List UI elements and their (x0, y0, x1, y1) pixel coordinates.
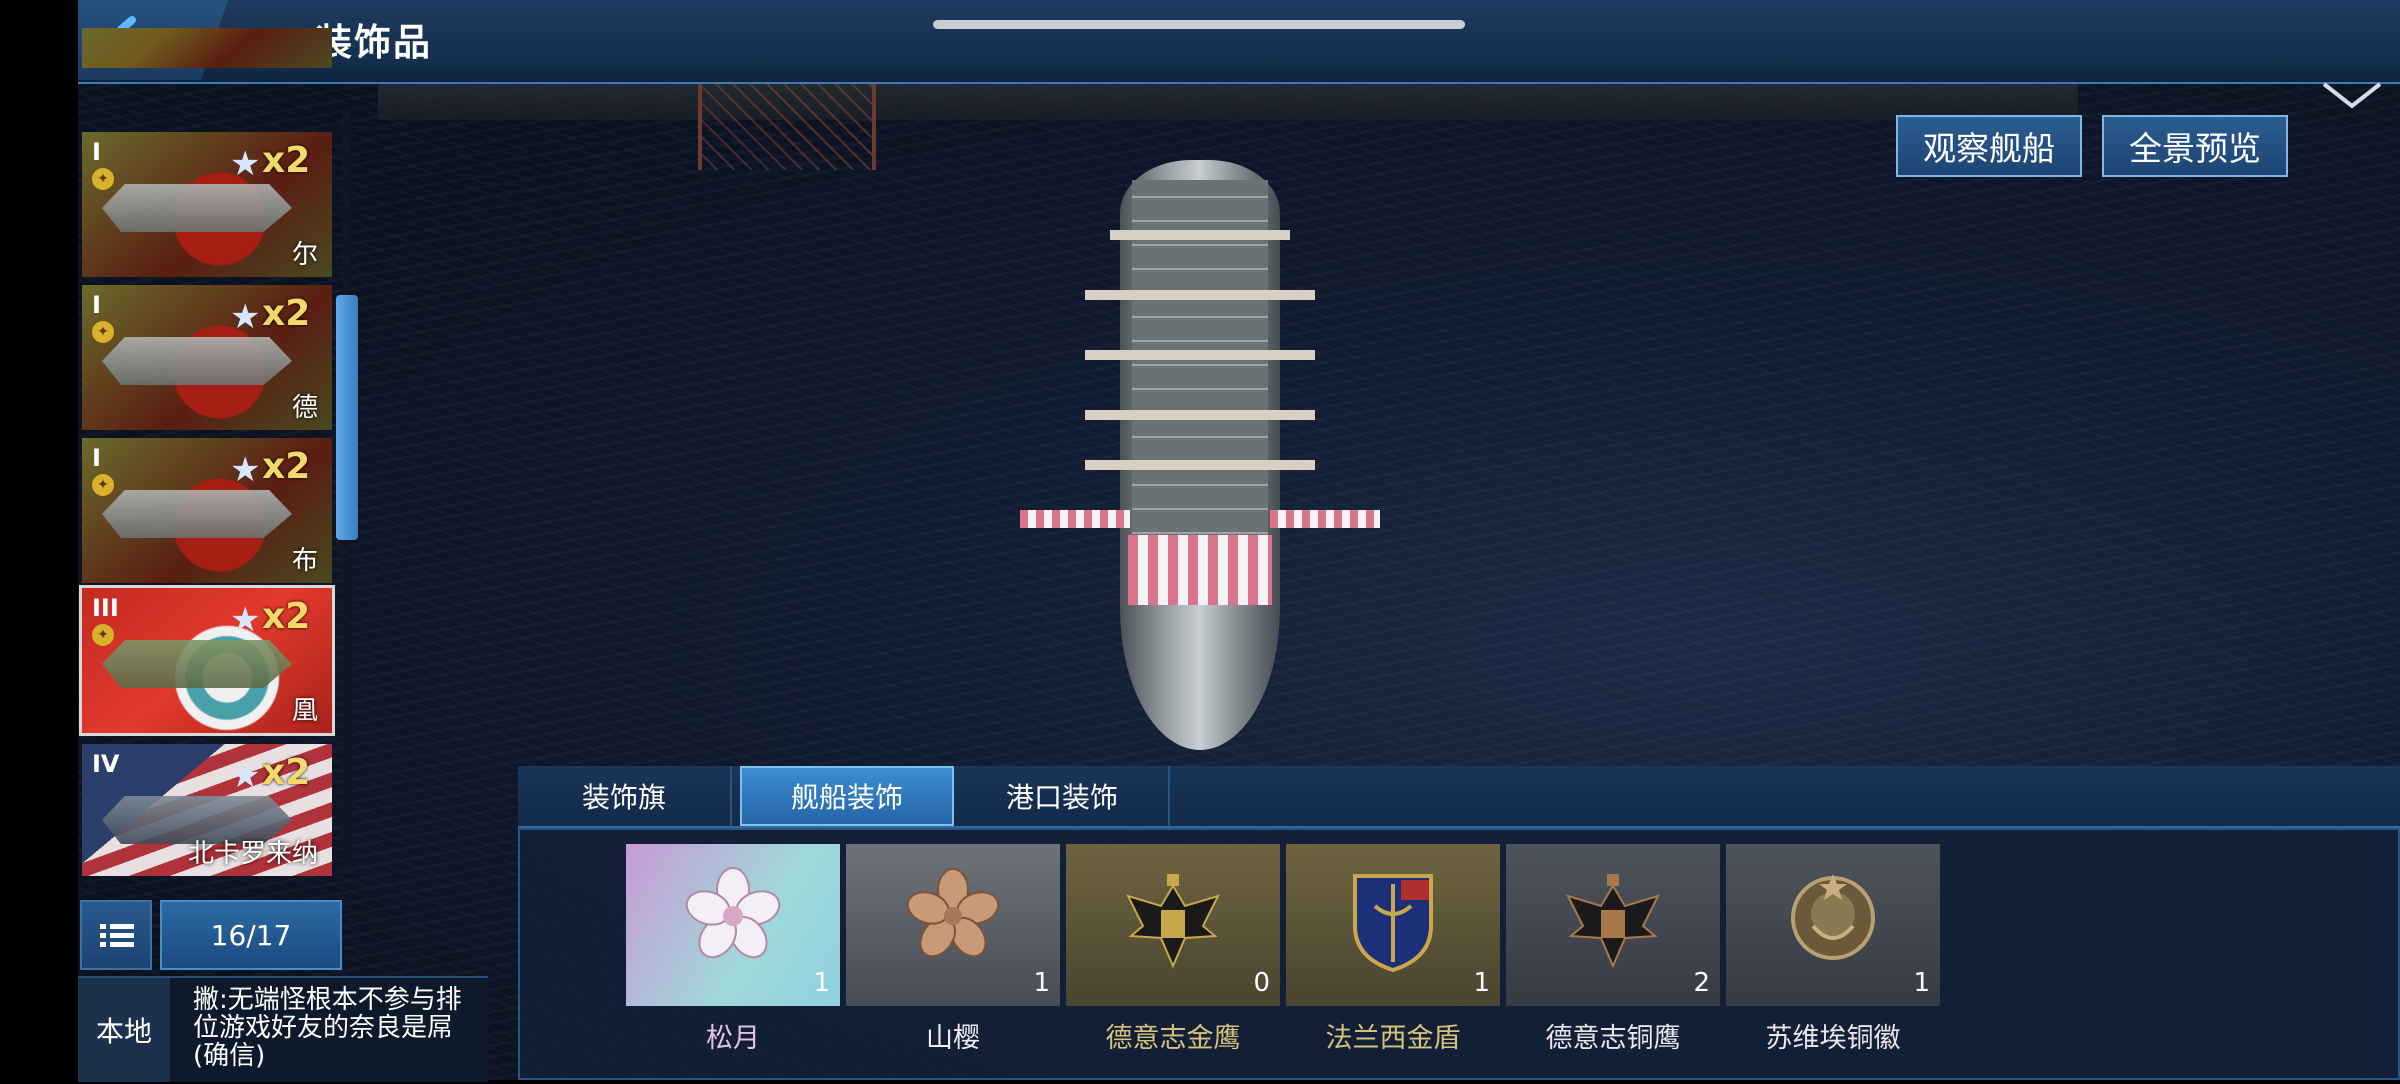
decoration-item[interactable]: 1 苏维埃铜徽 (1726, 844, 1940, 1084)
decoration-item[interactable]: 0 德意志金鹰 (1066, 844, 1280, 1084)
ship-list: I ✦ ★ x2 尔 I ✦ ★ x2 德 I ✦ ★ x2 布 III ✦ ★… (78, 28, 348, 882)
rank-badge-icon: ✦ (92, 168, 114, 190)
tier-label: I (92, 291, 101, 319)
german-eagle-bronze-icon (1566, 874, 1660, 969)
observe-ship-button[interactable]: 观察舰船 (1896, 115, 2082, 177)
multiplier-label: x2 (262, 752, 311, 793)
chat-channel-tab[interactable]: 本地 (78, 978, 170, 1082)
decoration-name: 苏维埃铜徽 (1765, 1023, 1901, 1054)
ship-card[interactable]: I ✦ ★ x2 尔 (82, 132, 332, 277)
german-eagle-icon (1126, 874, 1220, 969)
decoration-name: 山樱 (926, 1023, 980, 1054)
star-icon: ★ (230, 600, 261, 640)
multiplier-label: x2 (262, 596, 311, 637)
decoration-qty: 1 (813, 968, 830, 998)
multiplier-label: x2 (262, 140, 311, 181)
ship-count-button[interactable]: 16/17 (160, 900, 342, 970)
decoration-panel: 装饰旗 舰船装饰 港口装饰 1 松月 1 山樱 0 德意志金鹰 1 法兰西金盾 … (518, 766, 2400, 1080)
ship-name: 凰 (291, 696, 318, 726)
decoration-qty: 1 (1473, 968, 1490, 998)
ship-list-scroll-thumb[interactable] (336, 295, 358, 540)
tab-port-decorations[interactable]: 港口装饰 (956, 766, 1170, 826)
multiplier-label: x2 (262, 446, 311, 487)
rank-badge-icon: ✦ (92, 321, 114, 343)
cherry-blossom-bronze-icon (906, 868, 1000, 958)
ship-name: 尔 (291, 240, 318, 270)
decoration-name: 松月 (706, 1023, 760, 1054)
decoration-item[interactable]: 2 德意志铜鹰 (1506, 844, 1720, 1084)
decoration-name: 德意志铜鹰 (1545, 1023, 1681, 1054)
panorama-preview-button[interactable]: 全景预览 (2102, 115, 2288, 177)
decoration-item[interactable]: 1 法兰西金盾 (1286, 844, 1500, 1084)
multiplier-label: x2 (262, 293, 311, 334)
soviet-emblem-icon (1791, 874, 1875, 960)
ship-name: 北卡罗来纳 (187, 839, 318, 869)
ship-name: 德 (291, 393, 318, 423)
tier-label: I (92, 138, 101, 166)
star-icon: ★ (230, 297, 261, 337)
decoration-grid: 1 松月 1 山樱 0 德意志金鹰 1 法兰西金盾 2 德意志铜鹰 1 苏维埃铜… (518, 828, 2400, 1080)
drag-handle[interactable] (933, 20, 1465, 29)
chevron-down-icon[interactable] (2322, 80, 2382, 110)
decoration-qty: 0 (1253, 968, 1270, 998)
tier-label: III (92, 594, 119, 622)
decoration-tabs: 装饰旗 舰船装饰 港口装饰 (518, 766, 2400, 828)
decoration-name: 法兰西金盾 (1325, 1023, 1461, 1054)
chat-box[interactable]: 本地 撇:无端怪根本不参与排位游戏好友的奈良是屌(确信) (78, 976, 488, 1082)
tab-flags[interactable]: 装饰旗 (518, 766, 732, 826)
list-view-button[interactable] (80, 900, 152, 970)
ship-card-selected[interactable]: III ✦ ★ x2 凰 (79, 585, 335, 736)
tier-label: I (92, 444, 101, 472)
decoration-name: 德意志金鹰 (1105, 1023, 1241, 1054)
aircraft-carrier-model (1020, 160, 1380, 760)
rank-badge-icon: ✦ (92, 474, 114, 496)
decoration-qty: 1 (1033, 968, 1050, 998)
star-icon: ★ (230, 144, 261, 184)
star-icon: ★ (230, 756, 261, 796)
star-icon: ★ (230, 450, 261, 490)
ship-name: 布 (291, 546, 318, 576)
decoration-item[interactable]: 1 松月 (626, 844, 840, 1084)
rank-badge-icon: ✦ (92, 624, 114, 646)
ship-card[interactable]: IV ★ x2 北卡罗来纳 (82, 744, 332, 876)
decoration-qty: 2 (1693, 968, 1710, 998)
french-shield-icon (1353, 874, 1433, 973)
page-title: 装饰品 (315, 21, 432, 64)
harbor-dock (378, 80, 2078, 120)
tier-label: IV (92, 750, 120, 778)
decoration-item[interactable]: 1 山樱 (846, 844, 1060, 1084)
ship-card[interactable]: I ✦ ★ x2 德 (82, 285, 332, 430)
tab-ship-decorations[interactable]: 舰船装饰 (740, 766, 954, 826)
decoration-qty: 1 (1913, 968, 1930, 998)
ship-card-partial[interactable] (82, 28, 332, 68)
chat-message: 撇:无端怪根本不参与排位游戏好友的奈良是屌(确信) (193, 985, 462, 1071)
list-icon (100, 924, 134, 947)
harbor-crane (698, 80, 876, 170)
cherry-blossom-icon (685, 867, 781, 959)
ship-card[interactable]: I ✦ ★ x2 布 (82, 438, 332, 583)
